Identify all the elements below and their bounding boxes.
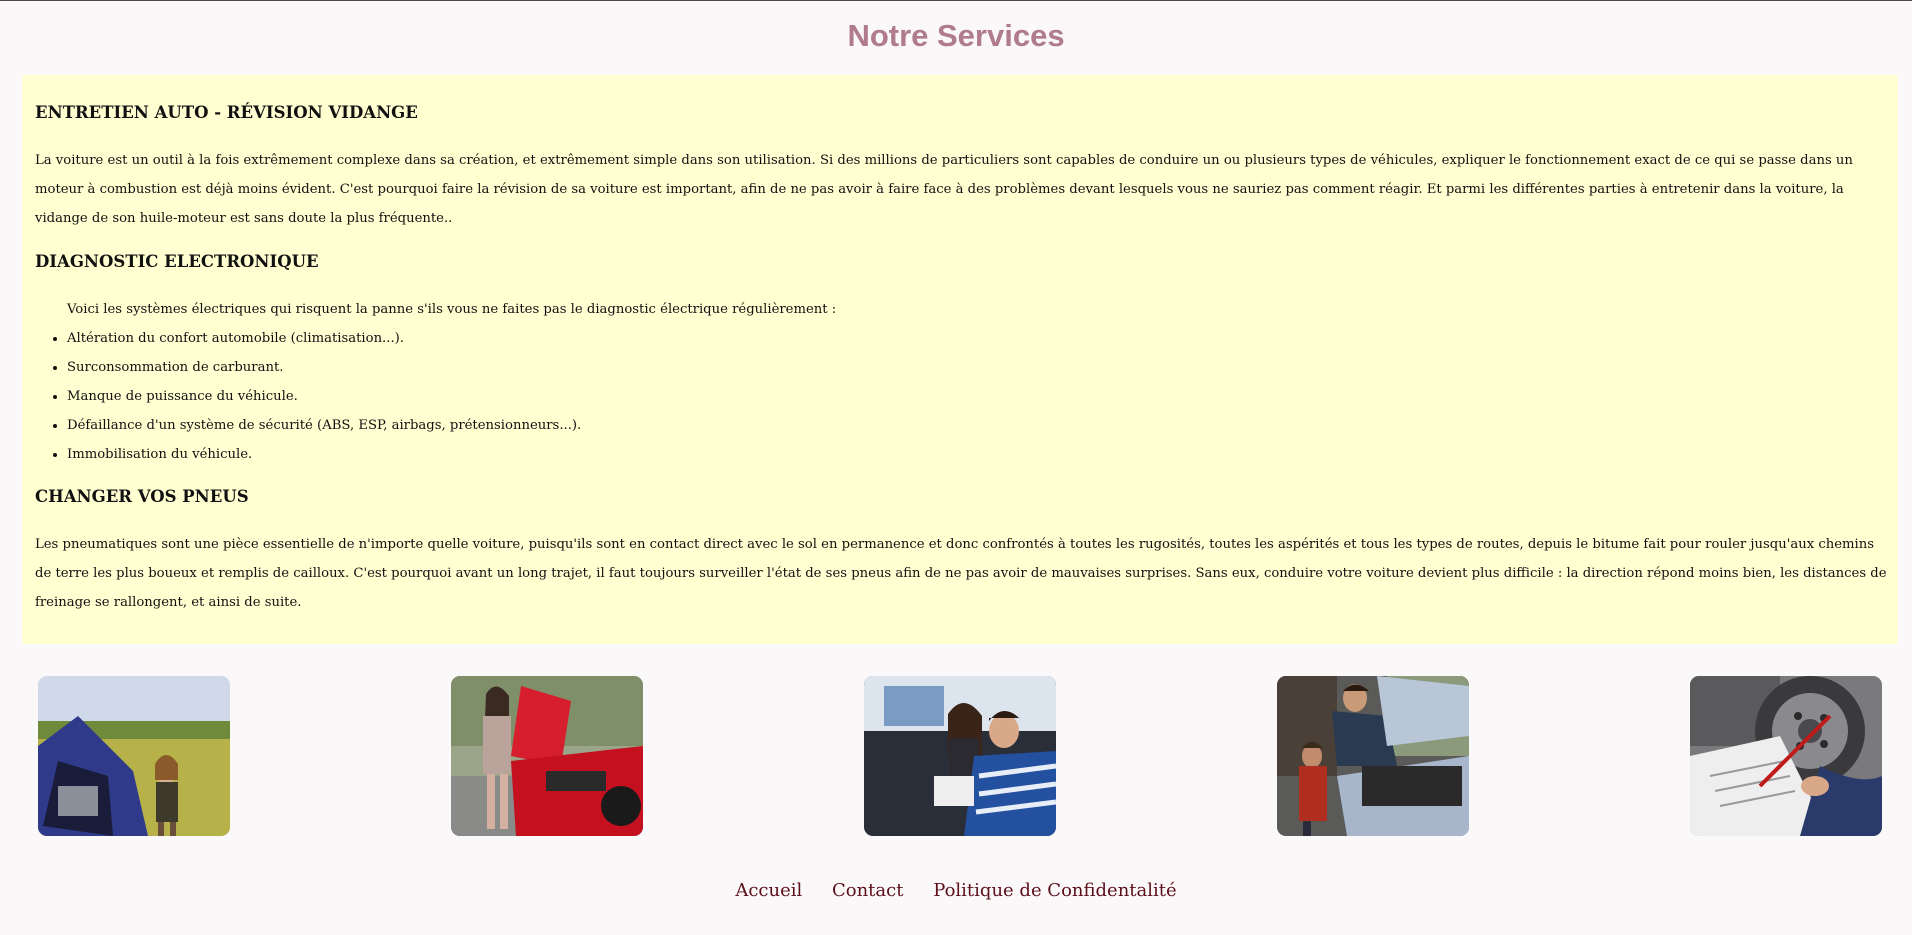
diagnostic-list: Altération du confort automobile (climat… xyxy=(35,324,581,469)
services-panel: ENTRETIEN AUTO - RÉVISION VIDANGE La voi… xyxy=(22,75,1898,644)
photo-clipboard-wheel xyxy=(1690,676,1882,836)
footer-nav: Accueil Contact Politique de Confidental… xyxy=(0,880,1912,901)
list-item: Manque de puissance du véhicule. xyxy=(67,382,581,411)
list-item: Défaillance d'un système de sécurité (AB… xyxy=(67,411,581,440)
photo-gallery xyxy=(38,676,1883,836)
service-heading-vidange: ENTRETIEN AUTO - RÉVISION VIDANGE xyxy=(35,103,418,122)
list-item: Altération du confort automobile (climat… xyxy=(67,324,581,353)
photo-breakdown-field xyxy=(38,676,230,836)
photo-couple-car xyxy=(864,676,1056,836)
service-intro-diagnostic: Voici les systèmes électriques qui risqu… xyxy=(67,302,837,317)
photo-father-son-engine xyxy=(1277,676,1469,836)
footer-link-contact[interactable]: Contact xyxy=(832,880,903,901)
service-text-pneus: Les pneumatiques sont une pièce essentie… xyxy=(35,537,1887,610)
list-item: Surconsommation de carburant. xyxy=(67,353,581,382)
service-heading-diagnostic: DIAGNOSTIC ELECTRONIQUE xyxy=(35,252,319,271)
service-text-vidange: La voiture est un outil à la fois extrêm… xyxy=(35,153,1853,226)
page-title: Notre Services xyxy=(847,18,1065,53)
footer-link-accueil[interactable]: Accueil xyxy=(735,880,802,901)
service-heading-pneus: CHANGER VOS PNEUS xyxy=(35,487,249,506)
footer-link-privacy[interactable]: Politique de Confidentalité xyxy=(933,880,1176,901)
list-item: Immobilisation du véhicule. xyxy=(67,440,581,469)
photo-red-car xyxy=(451,676,643,836)
